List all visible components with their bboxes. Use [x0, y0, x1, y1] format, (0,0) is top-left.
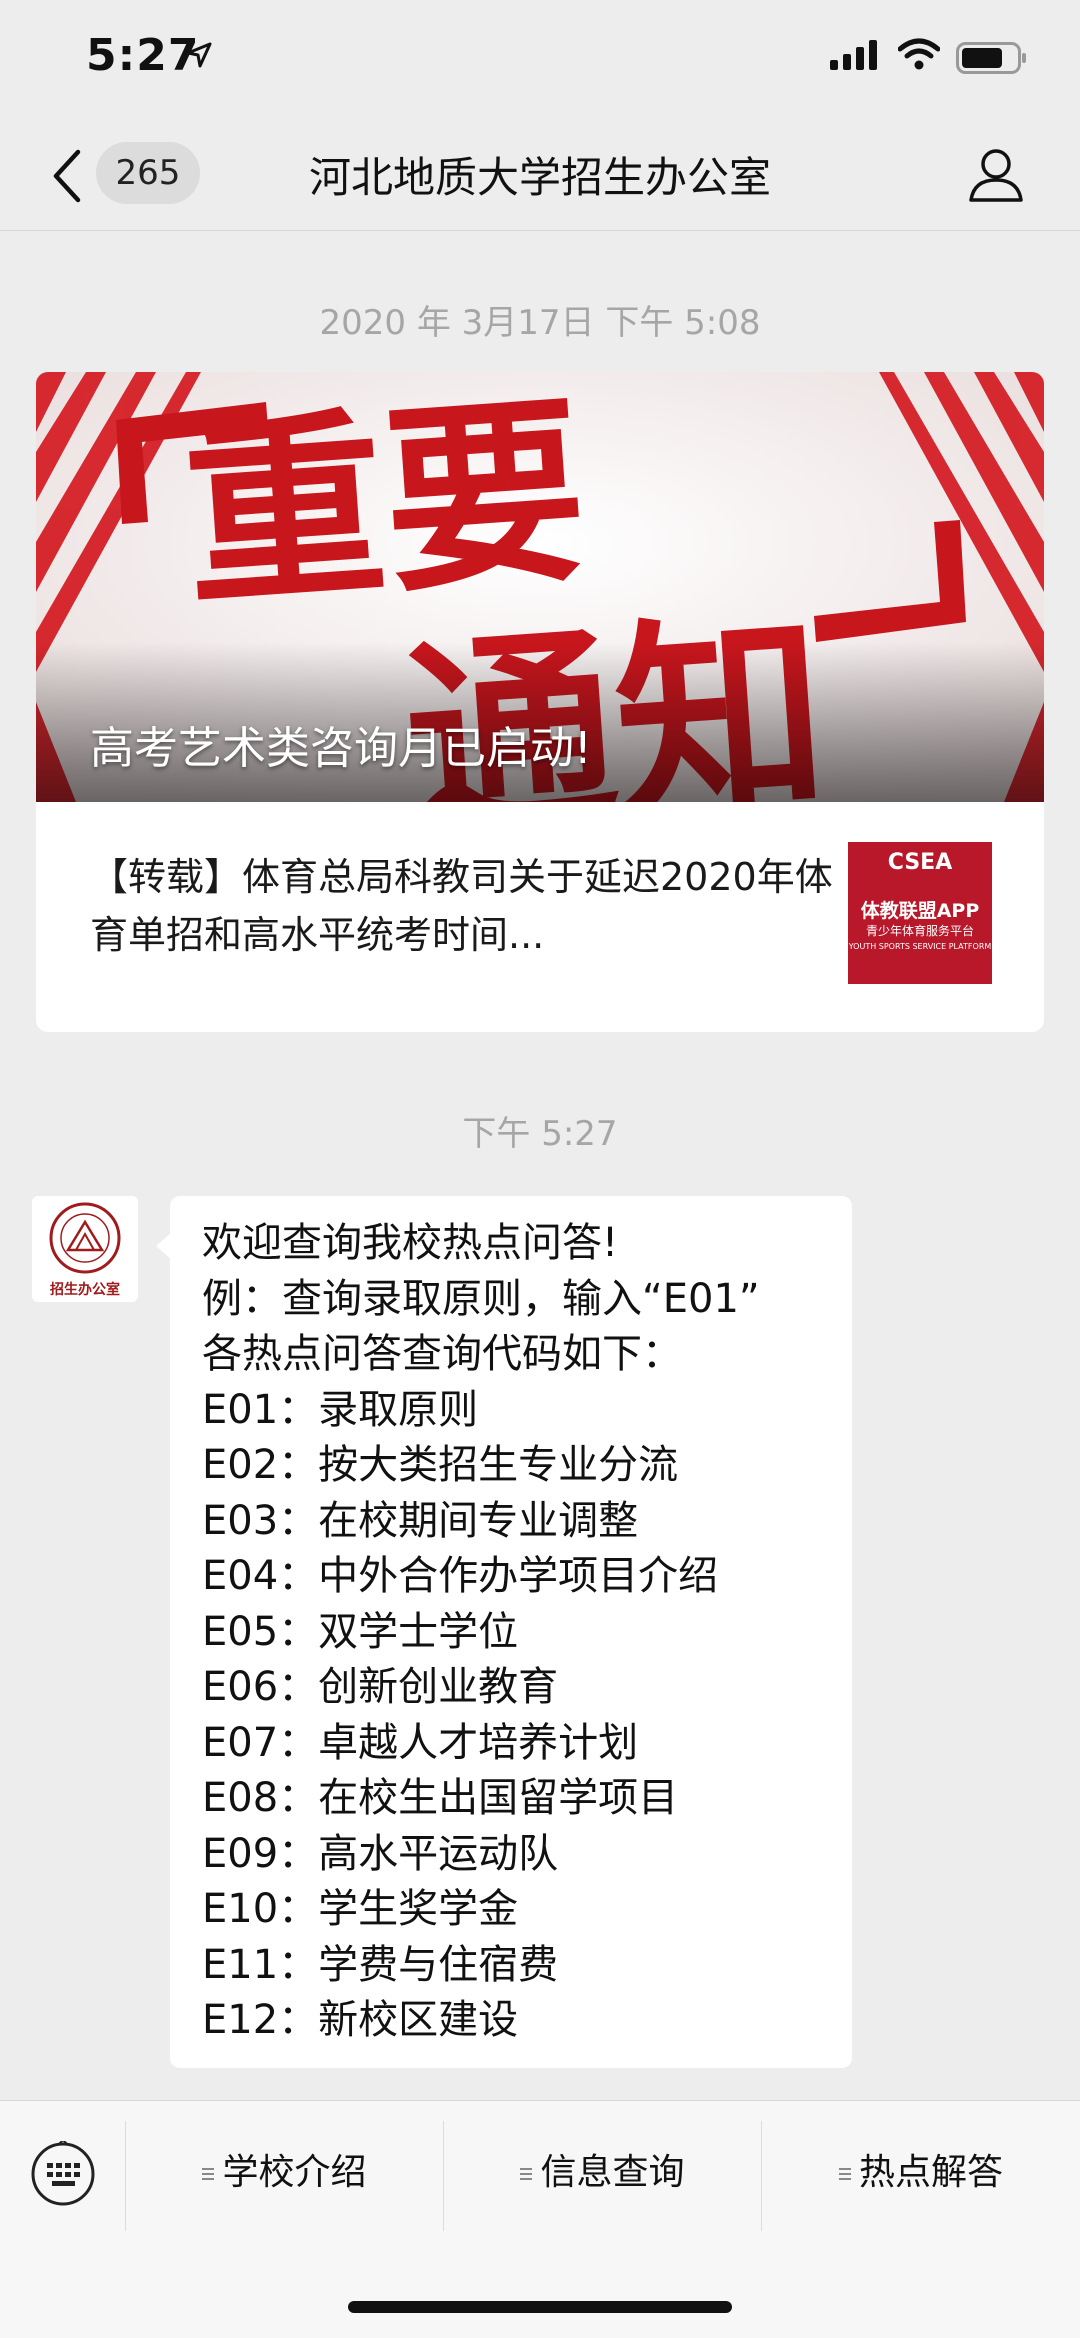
menu-item-info-query[interactable]: 信息查询 [444, 2143, 761, 2203]
page-title: 河北地质大学招生办公室 [308, 153, 771, 202]
message-line: E01：录取原则 [202, 1386, 479, 1433]
message-line: E06：创新创业教育 [202, 1664, 559, 1710]
message-line: E07：卓越人才培养计划 [202, 1719, 639, 1766]
menu-lines-icon [838, 2168, 851, 2180]
message-line: 例：查询录取原则，输入“E01” [202, 1275, 760, 1322]
nav-bar: 265 河北地质大学招生办公室 [0, 120, 1080, 231]
wifi-icon [898, 38, 940, 70]
message-line: E05：双学士学位 [202, 1608, 519, 1655]
article-card[interactable]: 重要 通知 高考艺术类咨询月已启动! 【转载】体育总局科教司关于延迟2020年体… [36, 372, 1044, 1032]
menu-item-school-intro[interactable]: 学校介绍 [126, 2143, 443, 2203]
profile-icon[interactable] [966, 144, 1026, 204]
status-time: 5:27 [86, 30, 200, 81]
message-line: E10：学生奖学金 [202, 1886, 519, 1932]
message-line: E03：在校期间专业调整 [202, 1497, 639, 1544]
message-bubble[interactable]: 欢迎查询我校热点问答! 例：查询录取原则，输入“E01” 各热点问答查询代码如下… [156, 1196, 852, 2068]
article-banner[interactable]: 重要 通知 高考艺术类咨询月已启动! [36, 372, 1044, 802]
message-line: E11：学费与住宿费 [202, 1941, 559, 1988]
avatar[interactable]: 招生办公室 [32, 1196, 138, 1302]
menu-item-hot-answers[interactable]: 热点解答 [762, 2143, 1080, 2203]
thumb-name: 体教联盟APP [860, 900, 980, 922]
menu-item-label: 信息查询 [540, 2152, 685, 2193]
menu-lines-icon [202, 2168, 215, 2180]
article-thumbnail[interactable]: CSEA 体教联盟APP 青少年体育服务平台 YOUTH SPORTS SERV… [848, 842, 992, 984]
thumb-tagline: 青少年体育服务平台 [865, 924, 974, 938]
article-subtitle[interactable]: 【转载】体育总局科教司关于延迟2020年体育单招和高水平统考时间... [90, 848, 850, 964]
location-arrow-icon [186, 42, 212, 68]
keyboard-toggle-icon[interactable] [30, 2141, 96, 2207]
message-line: E02：按大类招生专业分流 [202, 1442, 679, 1488]
message-line: 各热点问答查询代码如下： [202, 1331, 682, 1377]
menu-item-label: 学校介绍 [222, 2152, 367, 2193]
menu-item-label: 热点解答 [858, 2152, 1003, 2193]
thumb-brand: CSEA [887, 850, 953, 875]
menu-lines-icon [520, 2168, 533, 2180]
message-text: 欢迎查询我校热点问答! 例：查询录取原则，输入“E01” 各热点问答查询代码如下… [202, 1216, 760, 2049]
home-indicator[interactable] [348, 2301, 732, 2313]
message-line: E04：中外合作办学项目介绍 [202, 1553, 719, 1599]
article-title: 高考艺术类咨询月已启动! [90, 723, 592, 774]
cellular-signal-icon [830, 40, 877, 70]
avatar-caption: 招生办公室 [50, 1281, 120, 1298]
message-line: 欢迎查询我校热点问答! [202, 1220, 619, 1266]
message-line: E12：新校区建设 [202, 1997, 519, 2043]
status-bar: 5:27 [0, 0, 1080, 120]
banner-text-top: 重要 [177, 375, 592, 635]
timestamp: 2020 年 3月17日 下午 5:08 [319, 303, 761, 343]
battery-icon [956, 42, 1026, 74]
message-line: E08：在校生出国留学项目 [202, 1775, 679, 1821]
thumb-tagline-en: YOUTH SPORTS SERVICE PLATFORM [848, 942, 992, 951]
message-line: E09：高水平运动队 [202, 1830, 559, 1877]
timestamp: 下午 5:27 [462, 1114, 618, 1154]
university-logo-icon: 招生办公室 [49, 1202, 121, 1298]
